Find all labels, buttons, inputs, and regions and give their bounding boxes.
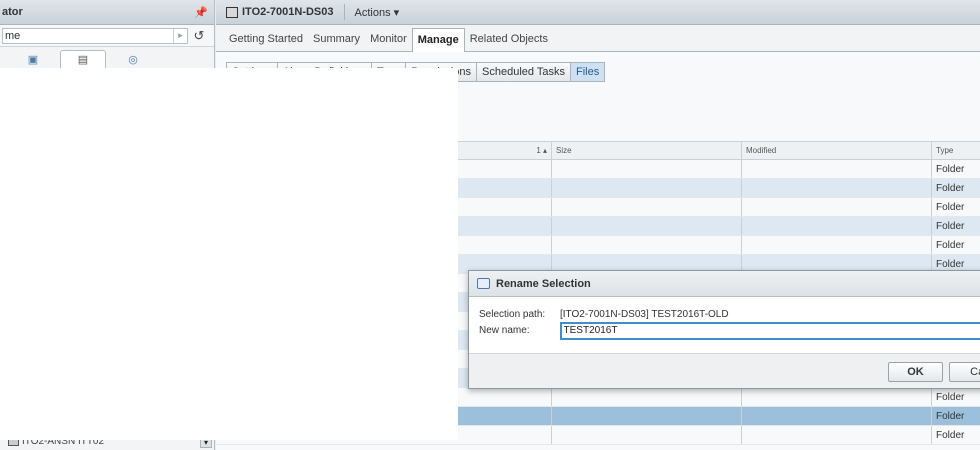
tab-getting-started[interactable]: Getting Started xyxy=(224,33,308,51)
row-type: Folder xyxy=(936,201,965,213)
header-divider xyxy=(343,4,345,20)
tab-summary[interactable]: Summary xyxy=(308,33,365,51)
selection-path-value: [ITO2-7001N-DS03] TEST2016T-OLD xyxy=(560,309,729,320)
navigator-header: ator 📌 xyxy=(0,0,214,25)
navigator-history-bar: me ▸ ↺ xyxy=(0,25,214,47)
subtab-files[interactable]: Files xyxy=(571,62,606,82)
row-type: Folder xyxy=(936,182,965,194)
forward-icon[interactable]: ▸ xyxy=(173,28,187,43)
object-header: ITO2-7001N-DS03 Actions ▾ xyxy=(216,0,980,25)
navigator-title: ator xyxy=(2,6,23,18)
object-title: ITO2-7001N-DS03 xyxy=(242,6,334,18)
storage-tab-icon[interactable]: ▤ xyxy=(60,50,106,68)
new-name-label: New name: xyxy=(479,325,530,336)
tab-related-objects[interactable]: Related Objects xyxy=(465,33,553,51)
dialog-title: Rename Selection xyxy=(496,277,591,290)
pin-icon[interactable]: 📌 xyxy=(194,6,208,19)
subtab-scheduled-tasks[interactable]: Scheduled Tasks xyxy=(477,62,572,82)
navigator-tabs: ▣ ▤ ◎ xyxy=(0,47,214,69)
row-type: Folder xyxy=(936,391,965,403)
cancel-button[interactable]: Car xyxy=(949,362,980,382)
dialog-body: Selection path: [ITO2-7001N-DS03] TEST20… xyxy=(469,297,980,340)
tab-manage[interactable]: Manage xyxy=(411,28,465,52)
new-name-row: New name: xyxy=(479,321,980,340)
row-type: Folder xyxy=(936,220,965,232)
dialog-title-bar: Rename Selection xyxy=(469,271,980,297)
history-text: me xyxy=(5,29,21,42)
history-breadcrumb[interactable]: me ▸ xyxy=(2,27,188,44)
rename-dialog: Rename Selection Selection path: [ITO2-7… xyxy=(468,270,980,389)
selection-path-row: Selection path: [ITO2-7001N-DS03] TEST20… xyxy=(479,307,980,322)
actions-menu[interactable]: Actions ▾ xyxy=(355,6,400,19)
type-column-header[interactable]: Type xyxy=(932,142,980,159)
row-type: Folder xyxy=(936,410,965,422)
selection-path-label: Selection path: xyxy=(479,309,546,320)
tab-monitor[interactable]: Monitor xyxy=(365,33,412,51)
dialog-footer: OK Car xyxy=(469,353,980,388)
new-name-input[interactable] xyxy=(559,321,980,340)
hosts-clusters-tab-icon[interactable]: ▣ xyxy=(10,50,56,68)
networking-tab-icon[interactable]: ◎ xyxy=(110,50,156,68)
row-type: Folder xyxy=(936,239,965,251)
modified-column-header[interactable]: Modified xyxy=(742,142,932,159)
row-type: Folder xyxy=(936,163,965,175)
object-tabs: Getting Started Summary Monitor Manage R… xyxy=(216,25,980,52)
history-icon[interactable]: ↺ xyxy=(188,28,210,44)
size-column-header[interactable]: Size xyxy=(552,142,742,159)
datastore-icon xyxy=(226,6,238,18)
row-type: Folder xyxy=(936,429,965,441)
ok-button[interactable]: OK xyxy=(888,362,943,382)
rename-icon xyxy=(477,278,490,289)
redaction-block xyxy=(0,68,458,440)
